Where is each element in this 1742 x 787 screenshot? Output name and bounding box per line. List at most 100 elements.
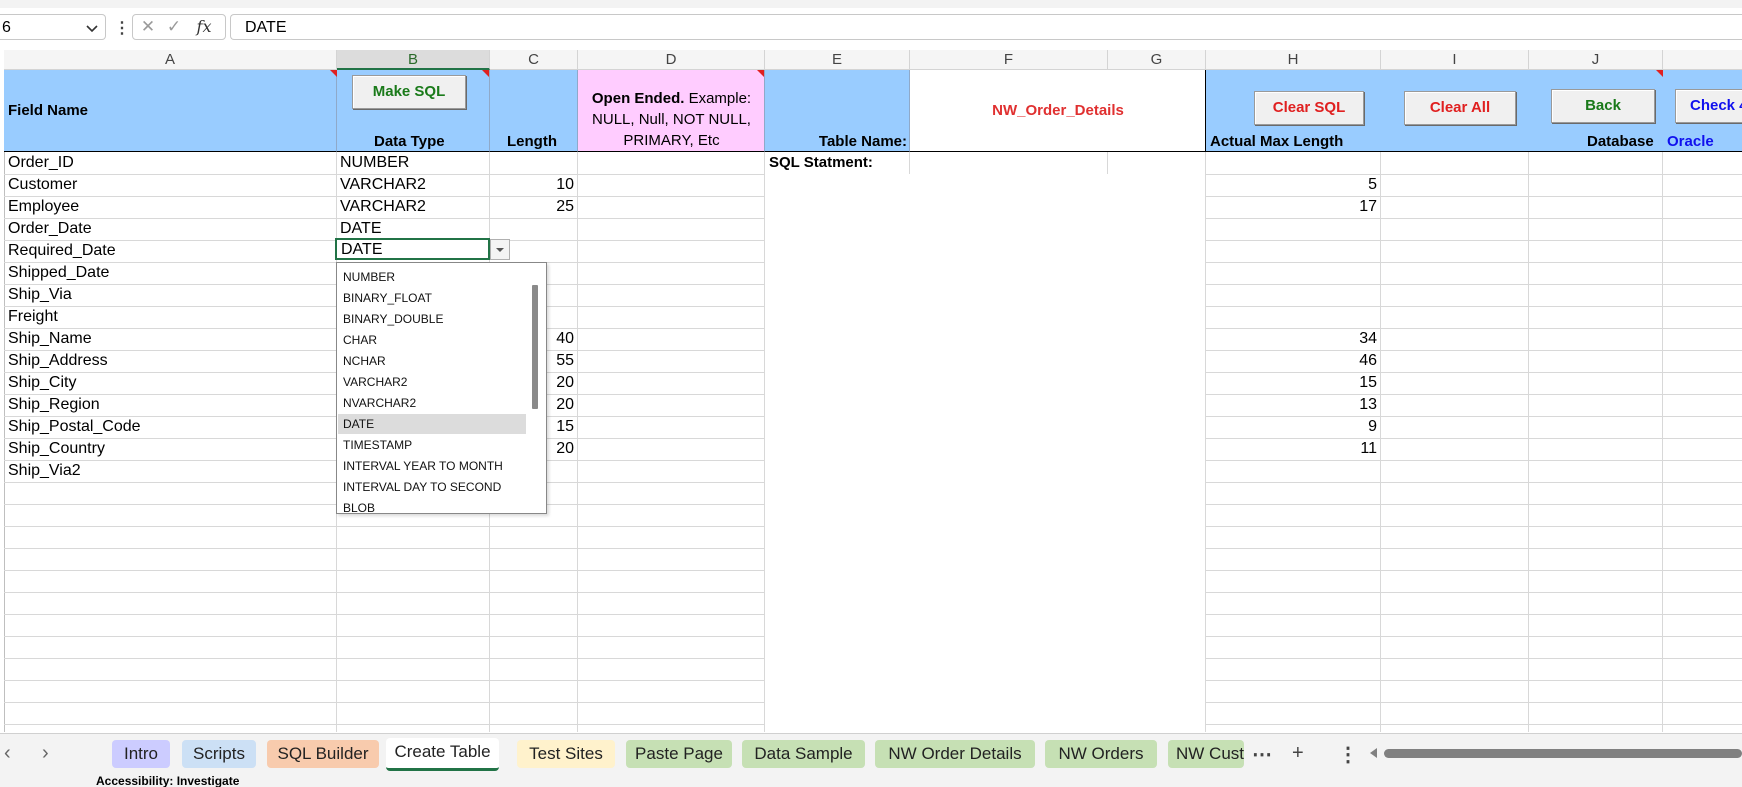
dropdown-option[interactable]: NCHAR — [338, 351, 526, 371]
dropdown-option[interactable]: CHAR — [338, 330, 526, 350]
field-name-cell[interactable]: Order_ID — [8, 152, 333, 174]
accessibility-status[interactable]: Accessibility: Investigate — [96, 774, 239, 787]
field-name-cell[interactable]: Ship_Via — [8, 284, 333, 306]
actual-max-length-cell[interactable]: 11 — [1206, 438, 1377, 460]
active-cell[interactable]: DATE — [335, 238, 490, 260]
data-type-dropdown-list[interactable]: NUMBER BINARY_FLOAT BINARY_DOUBLE CHAR NCHAR… — [336, 262, 547, 514]
actual-max-length-cell[interactable] — [1206, 262, 1377, 284]
actual-max-length-cell[interactable]: 5 — [1206, 174, 1377, 196]
header-cell-field-name[interactable]: Field Name — [4, 70, 337, 152]
actual-max-length-cell[interactable] — [1206, 152, 1377, 174]
column-header-e[interactable]: E — [765, 50, 910, 70]
field-name-cell[interactable]: Ship_Via2 — [8, 460, 333, 482]
chevron-down-icon[interactable] — [85, 21, 99, 35]
sheet-tab-nw-cust[interactable]: NW Cust — [1168, 740, 1244, 768]
field-name-cell[interactable]: Ship_Postal_Code — [8, 416, 333, 438]
field-name-cell[interactable]: Order_Date — [8, 218, 333, 240]
data-type-cell[interactable]: VARCHAR2 — [340, 174, 485, 196]
back-button[interactable]: Back — [1551, 89, 1655, 123]
column-header-k[interactable] — [1663, 50, 1742, 70]
field-name-cell[interactable]: Ship_Country — [8, 438, 333, 460]
dropdown-option[interactable]: INTERVAL DAY TO SECOND — [338, 477, 526, 497]
horizontal-scroll-thumb[interactable] — [1384, 749, 1742, 758]
dropdown-option[interactable]: INTERVAL YEAR TO MONTH — [338, 456, 526, 476]
column-header-d[interactable]: D — [578, 50, 765, 70]
field-name-cell[interactable]: Ship_Region — [8, 394, 333, 416]
length-cell[interactable] — [490, 218, 574, 240]
actual-max-length-cell[interactable] — [1206, 284, 1377, 306]
actual-max-length-cell[interactable]: 9 — [1206, 416, 1377, 438]
cancel-icon[interactable]: ✕ — [137, 17, 159, 37]
header-cell-table-name-label[interactable]: Table Name: — [765, 70, 910, 152]
sheet-tab-nw-order-details[interactable]: NW Order Details — [875, 740, 1035, 768]
more-sheets-icon[interactable]: ⋯ — [1252, 742, 1272, 767]
dropdown-option[interactable]: NVARCHAR2 — [338, 393, 526, 413]
header-cell-data-type[interactable]: Make SQL Data Type — [337, 70, 490, 152]
more-options-icon[interactable]: ⋮ — [114, 18, 130, 38]
scroll-left-icon[interactable]: ‹ — [4, 742, 11, 765]
actual-max-length-cell[interactable]: 34 — [1206, 328, 1377, 350]
scroll-right-icon[interactable]: › — [42, 742, 49, 765]
sheet-tab-paste-page[interactable]: Paste Page — [626, 740, 732, 768]
clear-sql-button[interactable]: Clear SQL — [1254, 91, 1364, 125]
actual-max-length-cell[interactable]: 13 — [1206, 394, 1377, 416]
field-name-cell[interactable]: Shipped_Date — [8, 262, 333, 284]
dropdown-option[interactable]: DATE — [338, 414, 526, 434]
dropdown-arrow-icon[interactable] — [490, 239, 510, 260]
sheet-tab-scripts[interactable]: Scripts — [182, 740, 256, 768]
clear-all-button[interactable]: Clear All — [1404, 91, 1516, 125]
column-header-j[interactable]: J — [1529, 50, 1663, 70]
column-header-a[interactable]: A — [4, 50, 337, 70]
column-header-c[interactable]: C — [490, 50, 578, 70]
dropdown-option[interactable]: BINARY_FLOAT — [338, 288, 526, 308]
actual-max-length-cell[interactable] — [1206, 218, 1377, 240]
sheet-tab-nw-orders[interactable]: NW Orders — [1045, 740, 1157, 768]
length-cell[interactable]: 25 — [490, 196, 574, 218]
column-header-b[interactable]: B — [337, 50, 490, 70]
horizontal-scrollbar[interactable] — [1370, 746, 1742, 760]
data-type-cell[interactable]: NUMBER — [340, 152, 485, 174]
column-header-i[interactable]: I — [1381, 50, 1529, 70]
sql-statement-area[interactable] — [765, 174, 1205, 732]
header-cell-length[interactable]: Length — [490, 70, 578, 152]
field-name-cell[interactable]: Ship_Address — [8, 350, 333, 372]
actual-max-length-cell[interactable]: 15 — [1206, 372, 1377, 394]
length-cell[interactable] — [490, 152, 574, 174]
sheet-tab-data-sample[interactable]: Data Sample — [742, 740, 865, 768]
name-box[interactable]: 6 — [0, 14, 106, 40]
actual-max-length-cell[interactable] — [1206, 306, 1377, 328]
sheet-tab-intro[interactable]: Intro — [112, 740, 170, 768]
dropdown-option[interactable]: BLOB — [338, 498, 526, 513]
actual-max-length-cell[interactable] — [1206, 240, 1377, 262]
table-name-cell[interactable]: NW_Order_Details — [910, 70, 1206, 152]
field-name-cell[interactable]: Ship_Name — [8, 328, 333, 350]
sheet-tab-test-sites[interactable]: Test Sites — [517, 740, 615, 768]
actual-max-length-cell[interactable]: 17 — [1206, 196, 1377, 218]
dropdown-scroll-thumb[interactable] — [532, 285, 538, 409]
data-type-cell[interactable]: VARCHAR2 — [340, 196, 485, 218]
sheet-tab-sql-builder[interactable]: SQL Builder — [267, 740, 379, 768]
sheet-options-icon[interactable]: ⋮ — [1338, 742, 1358, 767]
column-header-f[interactable]: F — [910, 50, 1108, 70]
field-name-cell[interactable]: Employee — [8, 196, 333, 218]
field-name-cell[interactable]: Ship_City — [8, 372, 333, 394]
scroll-left-arrow-icon[interactable] — [1370, 748, 1377, 758]
actual-max-length-cell[interactable]: 46 — [1206, 350, 1377, 372]
field-name-cell[interactable]: Freight — [8, 306, 333, 328]
add-sheet-icon[interactable]: + — [1292, 742, 1304, 765]
field-name-cell[interactable]: Required_Date — [8, 240, 333, 262]
sheet-tab-create-table[interactable]: Create Table — [386, 738, 499, 771]
column-header-g[interactable]: G — [1108, 50, 1206, 70]
actual-max-length-cell[interactable] — [1206, 460, 1377, 482]
check-icon[interactable]: ✓ — [163, 17, 185, 37]
column-header-h[interactable]: H — [1206, 50, 1381, 70]
check-button[interactable]: Check 4 — [1675, 89, 1742, 123]
length-cell[interactable]: 10 — [490, 174, 574, 196]
dropdown-option[interactable]: TIMESTAMP — [338, 435, 526, 455]
dropdown-option[interactable]: NUMBER — [338, 267, 526, 287]
fx-icon[interactable]: fx — [193, 17, 215, 37]
dropdown-option[interactable]: BINARY_DOUBLE — [338, 309, 526, 329]
make-sql-button[interactable]: Make SQL — [352, 75, 466, 109]
header-cell-open-ended[interactable]: Open Ended. Example: NULL, Null, NOT NUL… — [578, 70, 765, 152]
dropdown-option[interactable]: VARCHAR2 — [338, 372, 526, 392]
